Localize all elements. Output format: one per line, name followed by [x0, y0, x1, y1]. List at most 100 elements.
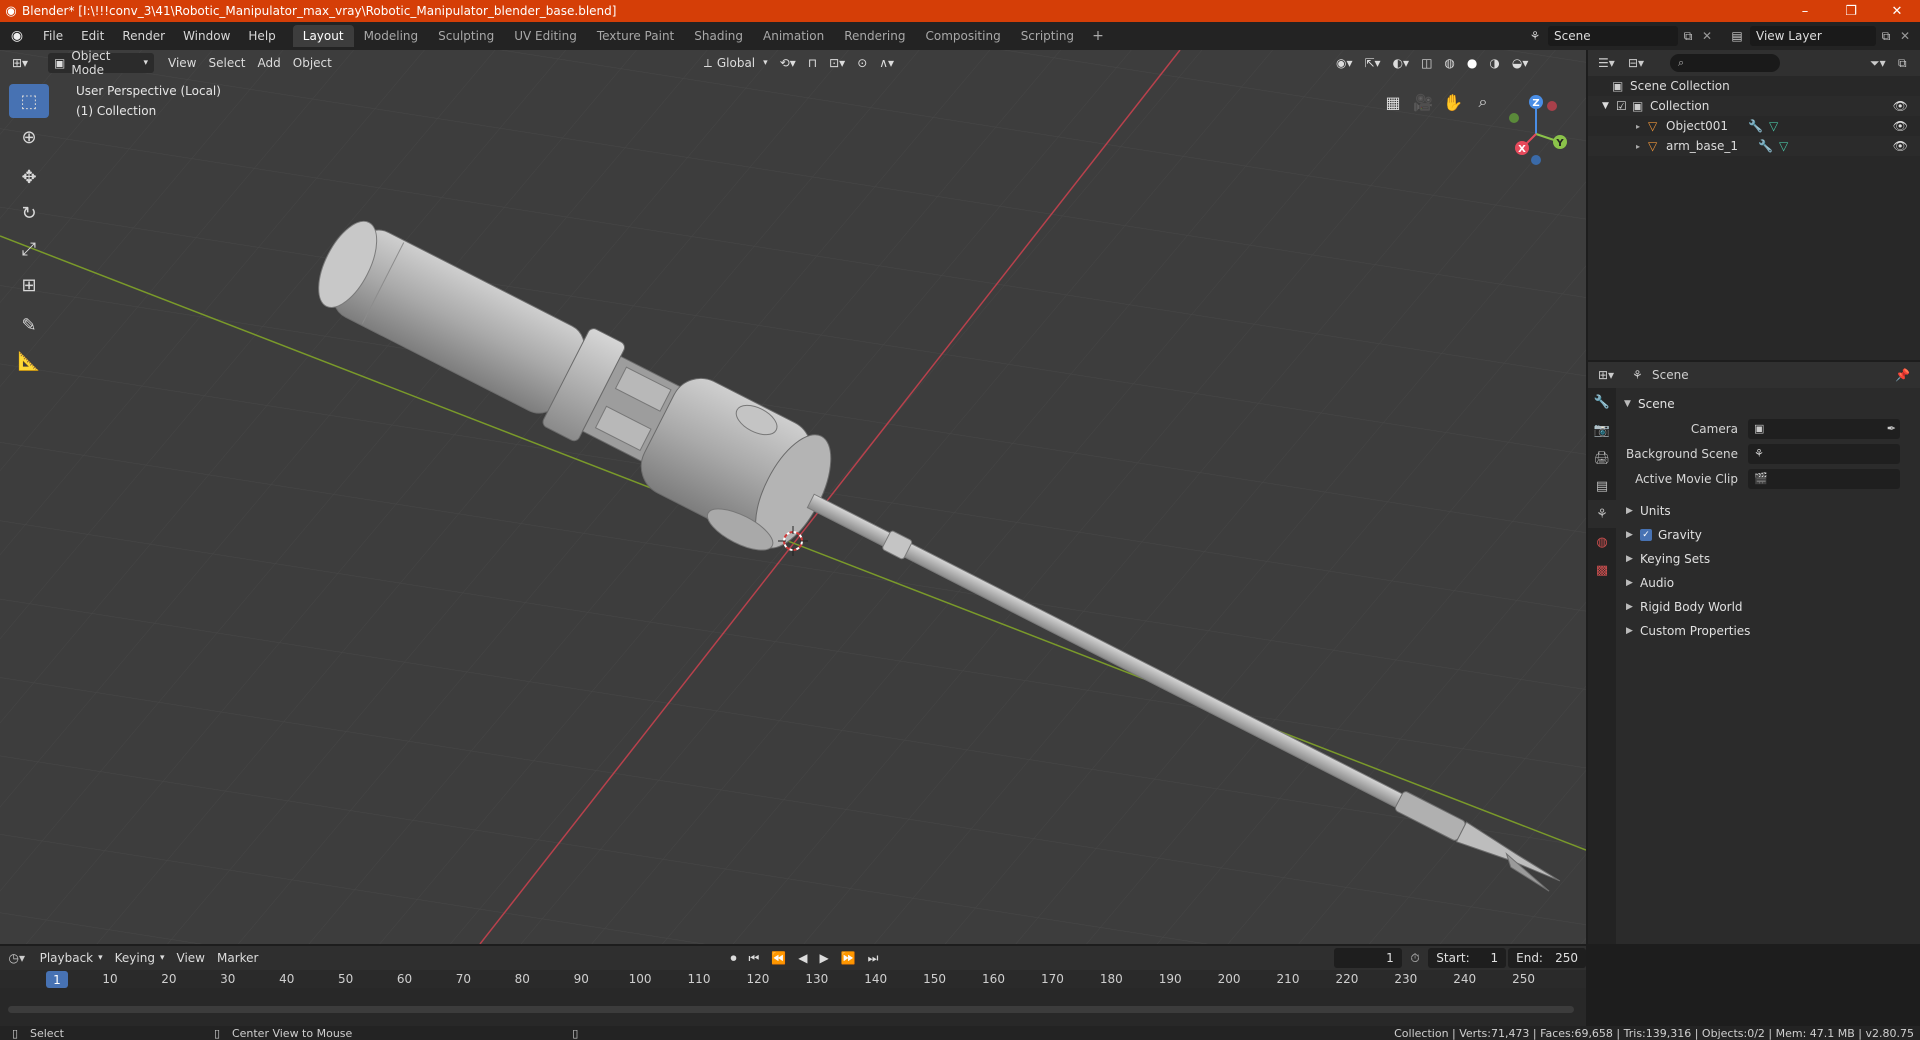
navigation-gizmo[interactable]: Z Y X: [1500, 90, 1580, 170]
solid-shading-icon[interactable]: ●: [1461, 53, 1483, 73]
menu-edit[interactable]: Edit: [72, 22, 113, 50]
gravity-panel[interactable]: ▶ ✓ Gravity: [1618, 523, 1918, 547]
jump-keyframe-back-icon[interactable]: ⏪: [765, 948, 792, 968]
visibility-icon[interactable]: ◉▾: [1330, 53, 1359, 73]
display-mode-icon[interactable]: ⊟▾: [1628, 56, 1658, 70]
close-button[interactable]: ✕: [1874, 0, 1920, 22]
tool-tab-icon[interactable]: 🔧: [1588, 388, 1616, 416]
zoom-icon[interactable]: ⌕: [1468, 87, 1498, 117]
tab-layout[interactable]: Layout: [292, 25, 354, 47]
timeline-editor-icon[interactable]: ◷▾: [0, 951, 34, 965]
outliner-collection-row[interactable]: ▼ ☑ ▣ Collection 👁: [1588, 96, 1920, 116]
scene-tab-icon[interactable]: ⚘: [1588, 500, 1616, 528]
scene-selector[interactable]: ⚘ Scene ⧉ ✕: [1522, 25, 1722, 47]
remove-view-layer-icon[interactable]: ✕: [1896, 29, 1914, 43]
render-tab-icon[interactable]: 📷: [1588, 416, 1616, 444]
tab-animation[interactable]: Animation: [753, 25, 834, 47]
jump-start-icon[interactable]: ⏮: [742, 948, 765, 968]
units-panel[interactable]: ▶ Units: [1618, 499, 1918, 523]
outliner-object-row[interactable]: ▸ ▽ Object001 🔧 ▽ 👁: [1588, 116, 1920, 136]
new-scene-icon[interactable]: ⧉: [1678, 29, 1698, 44]
tab-uv-editing[interactable]: UV Editing: [504, 25, 587, 47]
overlay-icon[interactable]: ◐▾: [1387, 53, 1416, 73]
mode-selector[interactable]: ▣ Object Mode ▾: [48, 50, 154, 77]
xray-icon[interactable]: ◫: [1415, 53, 1438, 73]
outliner-editor-icon[interactable]: ☰▾: [1598, 56, 1628, 70]
mesh-data-icon[interactable]: ▽: [1779, 139, 1788, 153]
proportional-edit-icon[interactable]: ⊙: [851, 53, 873, 73]
viewport-menu-add[interactable]: Add: [252, 53, 287, 73]
keying-sets-panel[interactable]: ▶ Keying Sets: [1618, 547, 1918, 571]
eye-icon[interactable]: 👁: [1893, 139, 1908, 153]
annotate-icon[interactable]: ✎: [9, 308, 49, 342]
neg-x-axis-icon[interactable]: [1547, 101, 1557, 111]
custom-properties-panel[interactable]: ▶ Custom Properties: [1618, 619, 1918, 643]
editor-type-icon[interactable]: ⊞▾: [6, 53, 48, 73]
scene-name-field[interactable]: Scene: [1548, 26, 1678, 46]
pan-hand-icon[interactable]: ✋: [1438, 87, 1468, 117]
viewport-menu-object[interactable]: Object: [287, 53, 338, 73]
outliner-search-input[interactable]: ⌕: [1670, 54, 1780, 72]
new-view-layer-icon[interactable]: ⧉: [1876, 29, 1896, 44]
eye-icon[interactable]: 👁: [1893, 119, 1908, 133]
expand-object-icon[interactable]: ▸: [1636, 142, 1648, 151]
tab-compositing[interactable]: Compositing: [915, 25, 1010, 47]
cursor-icon[interactable]: ⊕: [9, 120, 49, 154]
current-frame-field[interactable]: 1: [1334, 948, 1402, 968]
audio-panel[interactable]: ▶ Audio: [1618, 571, 1918, 595]
menu-window[interactable]: Window: [174, 22, 239, 50]
toggle-grid-icon[interactable]: ▦: [1378, 87, 1408, 117]
playhead[interactable]: 1: [46, 971, 68, 988]
timeline-menu-marker[interactable]: Marker: [211, 948, 264, 968]
material-shading-icon[interactable]: ◑: [1483, 53, 1505, 73]
view-layer-selector[interactable]: ▤ View Layer ⧉ ✕: [1724, 25, 1918, 47]
move-icon[interactable]: ✥: [9, 160, 49, 194]
properties-editor-icon[interactable]: ⊞▾: [1598, 368, 1632, 382]
record-icon[interactable]: ⏺: [724, 948, 742, 968]
snap-target-icon[interactable]: ⊡▾: [823, 53, 851, 73]
menu-render[interactable]: Render: [113, 22, 174, 50]
rotate-icon[interactable]: ↻: [9, 196, 49, 230]
play-reverse-icon[interactable]: ◀: [792, 948, 813, 968]
camera-field[interactable]: ▣ ✒: [1748, 418, 1900, 439]
mesh-data-icon[interactable]: ▽: [1769, 119, 1778, 133]
pin-icon[interactable]: 📌: [1895, 368, 1910, 382]
scale-icon[interactable]: ⤢: [9, 232, 49, 266]
viewport-scene[interactable]: [0, 50, 1586, 944]
timeline-ruler[interactable]: 250 240 230 220 210 200 190 180 170 160 150 140 130 1…: [0, 970, 1586, 988]
select-box-icon[interactable]: ⬚: [9, 84, 49, 118]
tab-sculpting[interactable]: Sculpting: [428, 25, 504, 47]
rigid-body-world-panel[interactable]: ▶ Rigid Body World: [1618, 595, 1918, 619]
view-layer-name-field[interactable]: View Layer: [1750, 26, 1876, 46]
tab-rendering[interactable]: Rendering: [834, 25, 915, 47]
timeline-menu-playback[interactable]: Playback ▾: [34, 948, 109, 968]
jump-keyframe-forward-icon[interactable]: ⏩: [835, 948, 862, 968]
minimize-button[interactable]: –: [1782, 0, 1828, 22]
jump-end-icon[interactable]: ⏭: [862, 948, 885, 968]
timeline-menu-view[interactable]: View: [171, 948, 211, 968]
remove-scene-icon[interactable]: ✕: [1698, 29, 1716, 43]
expand-collection-icon[interactable]: ▼: [1602, 101, 1616, 111]
scene-panel-header[interactable]: ▼ Scene: [1618, 392, 1918, 416]
expand-object-icon[interactable]: ▸: [1636, 122, 1648, 131]
texture-tab-icon[interactable]: ▩: [1588, 556, 1616, 584]
outliner-scene-collection[interactable]: ▣ Scene Collection: [1588, 76, 1920, 96]
active-movie-clip-field[interactable]: 🎬: [1748, 468, 1900, 489]
tab-shading[interactable]: Shading: [684, 25, 753, 47]
timeline-scrollbar[interactable]: [8, 1006, 1574, 1013]
filter-icon[interactable]: ⏷▾: [1870, 56, 1898, 71]
menu-file[interactable]: File: [34, 22, 72, 50]
transform-orientation-selector[interactable]: ⟂ Global ▾: [698, 53, 774, 73]
measure-icon[interactable]: 📐: [9, 344, 49, 378]
collection-checkbox[interactable]: ☑: [1616, 99, 1632, 113]
neg-y-axis-icon[interactable]: [1509, 113, 1519, 123]
end-frame-field[interactable]: End: 250: [1508, 948, 1586, 968]
add-workspace-button[interactable]: +: [1084, 28, 1112, 44]
modifier-wrench-icon[interactable]: 🔧: [1758, 139, 1773, 153]
snap-icon[interactable]: ⊓: [802, 53, 823, 73]
modifier-wrench-icon[interactable]: 🔧: [1748, 119, 1763, 133]
menu-help[interactable]: Help: [239, 22, 284, 50]
gravity-checkbox[interactable]: ✓: [1640, 529, 1652, 541]
new-collection-icon[interactable]: ⧉: [1898, 56, 1920, 71]
tab-modeling[interactable]: Modeling: [354, 25, 429, 47]
